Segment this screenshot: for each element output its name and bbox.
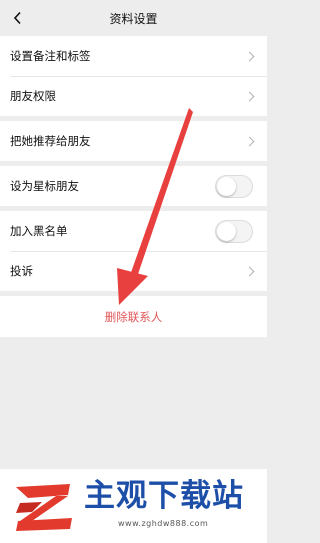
menu-item-label: 朋友权限 bbox=[10, 89, 56, 103]
toggle-knob bbox=[217, 177, 236, 196]
menu-item-remark-tags[interactable]: 设置备注和标签 bbox=[0, 36, 267, 76]
menu-item-star-friend: 设为星标朋友 bbox=[0, 166, 267, 206]
star-friend-toggle[interactable] bbox=[215, 175, 253, 198]
watermark-site-name: 主观下载站 bbox=[84, 478, 244, 514]
back-button[interactable] bbox=[6, 5, 30, 31]
chevron-right-icon bbox=[244, 51, 255, 62]
menu-item-friend-permissions[interactable]: 朋友权限 bbox=[0, 76, 267, 116]
menu-item-label: 加入黑名单 bbox=[10, 224, 68, 238]
menu-item-recommend-to-friend[interactable]: 把她推荐给朋友 bbox=[0, 121, 267, 161]
delete-contact-button[interactable]: 删除联系人 bbox=[0, 296, 267, 337]
watermark-url: www.zghdw888.com bbox=[118, 519, 209, 528]
chevron-right-icon bbox=[244, 91, 255, 102]
chevron-right-icon bbox=[244, 136, 255, 147]
chevron-left-icon bbox=[13, 11, 21, 25]
menu-item-label: 设置备注和标签 bbox=[10, 49, 91, 63]
menu-item-complain[interactable]: 投诉 bbox=[0, 251, 267, 291]
settings-group-3: 设为星标朋友 bbox=[0, 166, 267, 206]
menu-item-blacklist: 加入黑名单 bbox=[0, 211, 267, 251]
title-bar: 资料设置 bbox=[0, 0, 267, 36]
watermark-footer: 主观下载站 www.zghdw888.com bbox=[0, 469, 267, 543]
menu-item-label: 把她推荐给朋友 bbox=[10, 134, 91, 148]
settings-group-1: 设置备注和标签 朋友权限 bbox=[0, 36, 267, 116]
blacklist-toggle[interactable] bbox=[215, 220, 253, 243]
chevron-right-icon bbox=[244, 266, 255, 277]
watermark-logo-icon bbox=[16, 484, 72, 531]
menu-item-label: 投诉 bbox=[10, 264, 33, 278]
page-title: 资料设置 bbox=[109, 11, 158, 26]
menu-item-label: 设为星标朋友 bbox=[10, 179, 79, 193]
settings-group-2: 把她推荐给朋友 bbox=[0, 121, 267, 161]
toggle-knob bbox=[217, 222, 236, 241]
settings-group-4: 加入黑名单 投诉 bbox=[0, 211, 267, 291]
